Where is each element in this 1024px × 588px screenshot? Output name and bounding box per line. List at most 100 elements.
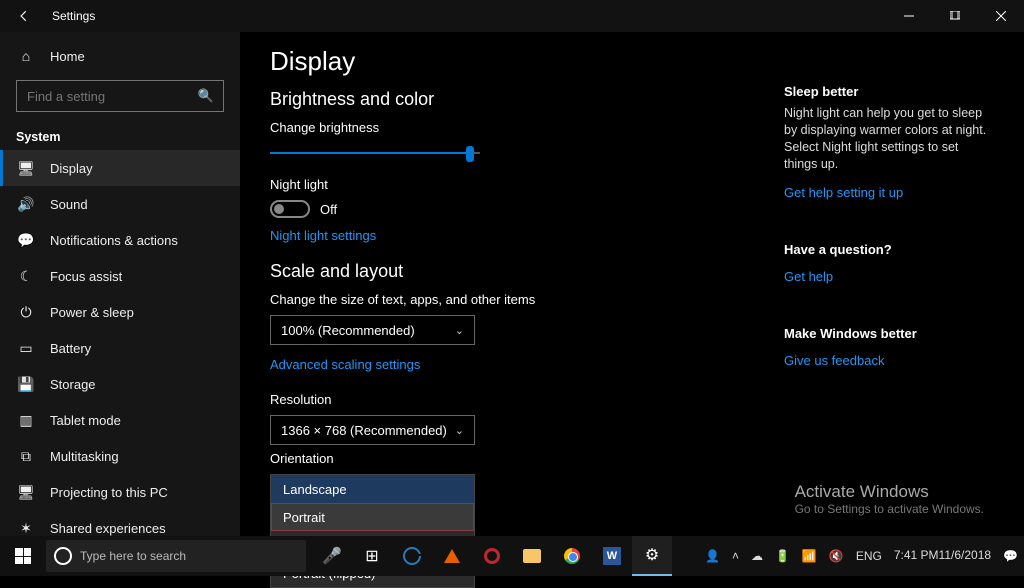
close-button[interactable]: [978, 0, 1024, 32]
task-view-button[interactable]: ⊞: [352, 536, 392, 576]
sidebar-item-sound[interactable]: 🔊 Sound: [0, 186, 240, 222]
content: Display Brightness and color Change brig…: [270, 46, 784, 536]
advanced-scaling-link[interactable]: Advanced scaling settings: [270, 357, 420, 372]
aside-feedback-link[interactable]: Give us feedback: [784, 353, 884, 368]
aside-feedback-title: Make Windows better: [784, 326, 994, 341]
page-title: Display: [270, 46, 784, 77]
sidebar-item-storage[interactable]: 💾 Storage: [0, 366, 240, 402]
tray-onedrive[interactable]: ☁: [745, 536, 769, 576]
shared-icon: ✶: [16, 520, 36, 537]
sidebar-item-label: Storage: [50, 377, 96, 392]
sidebar-home[interactable]: ⌂ Home: [0, 38, 240, 74]
tray-battery[interactable]: 🔋: [769, 536, 796, 576]
sidebar-item-label: Focus assist: [50, 269, 122, 284]
orientation-option-landscape[interactable]: Landscape: [271, 475, 474, 503]
taskbar-search[interactable]: Type here to search: [46, 540, 306, 572]
mic-button[interactable]: 🎤: [312, 536, 352, 576]
sidebar-item-label: Multitasking: [50, 449, 119, 464]
tray-date: 11/6/2018: [939, 549, 992, 562]
back-button[interactable]: [12, 4, 36, 28]
storage-icon: 💾: [16, 376, 36, 393]
tray-language[interactable]: ENG: [850, 536, 888, 576]
sidebar-item-power[interactable]: ⏻ Power & sleep: [0, 294, 240, 330]
tray-overflow[interactable]: ˄: [726, 536, 745, 576]
cortana-icon: [54, 547, 72, 565]
titlebar: Settings: [0, 0, 1024, 32]
vlc-icon: [444, 549, 460, 563]
section-brightness: Brightness and color: [270, 89, 784, 110]
notifications-icon: 💬: [16, 232, 36, 249]
nightlight-label: Night light: [270, 177, 784, 192]
tablet-icon: ▥: [16, 412, 36, 429]
sidebar-item-label: Sound: [50, 197, 88, 212]
scale-value: 100% (Recommended): [281, 323, 415, 338]
folder-icon: [523, 549, 541, 563]
tray-people[interactable]: 👤: [699, 536, 726, 576]
sidebar-item-label: Battery: [50, 341, 91, 356]
taskbar-app-explorer[interactable]: [512, 536, 552, 576]
sound-icon: 🔊: [16, 196, 36, 213]
aside: Sleep better Night light can help you ge…: [784, 46, 994, 536]
aside-question-title: Have a question?: [784, 242, 994, 257]
slider-thumb[interactable]: [466, 146, 474, 162]
home-icon: ⌂: [16, 48, 36, 64]
tray-notifications[interactable]: 💬: [997, 536, 1024, 576]
scale-combobox[interactable]: 100% (Recommended) ⌄: [270, 315, 475, 345]
tray-clock[interactable]: 7:41 PM 11/6/2018: [888, 536, 997, 576]
chevron-down-icon: ⌄: [455, 324, 464, 337]
sidebar-item-display[interactable]: 🖥Display: [0, 150, 240, 186]
taskbar-app-word[interactable]: W: [592, 536, 632, 576]
orientation-option-portrait[interactable]: Portrait: [271, 503, 474, 531]
section-scale: Scale and layout: [270, 261, 784, 282]
edge-icon: [403, 547, 421, 565]
opera-icon: [484, 548, 500, 564]
brightness-slider[interactable]: [270, 143, 480, 163]
aside-sleep-title: Sleep better: [784, 84, 994, 99]
sidebar-item-battery[interactable]: ▭Battery: [0, 330, 240, 366]
sidebar-item-multitasking[interactable]: ⧉ Multitasking: [0, 438, 240, 474]
nightlight-settings-link[interactable]: Night light settings: [270, 228, 376, 243]
taskbar: Type here to search 🎤 ⊞ W ⚙ 👤 ˄ ☁ 🔋 📶 🔇 …: [0, 536, 1024, 576]
tray-volume[interactable]: 🔇: [823, 536, 850, 576]
brightness-label: Change brightness: [270, 120, 784, 135]
display-icon: 🖥: [16, 160, 36, 177]
taskbar-app-opera[interactable]: [472, 536, 512, 576]
tray-wifi[interactable]: 📶: [796, 536, 823, 576]
search-icon: 🔍: [198, 88, 214, 104]
power-icon: ⏻: [16, 304, 36, 321]
aside-sleep-link[interactable]: Get help setting it up: [784, 185, 903, 200]
maximize-button[interactable]: [932, 0, 978, 32]
start-button[interactable]: [0, 536, 46, 576]
minimize-button[interactable]: [886, 0, 932, 32]
projecting-icon: 🖥: [16, 484, 36, 501]
aside-sleep-text: Night light can help you get to sleep by…: [784, 105, 994, 173]
sidebar: ⌂ Home 🔍 System 🖥Display 🔊Sound 💬Notific…: [0, 32, 240, 536]
sidebar-item-focus-assist[interactable]: ☾ Focus assist: [0, 258, 240, 294]
sidebar-item-label: Notifications & actions: [50, 233, 178, 248]
sidebar-item-label: Shared experiences: [50, 521, 166, 536]
taskbar-app-settings[interactable]: ⚙: [632, 536, 672, 576]
resolution-value: 1366 × 768 (Recommended): [281, 423, 447, 438]
taskbar-search-placeholder: Type here to search: [80, 549, 186, 563]
sidebar-item-projecting[interactable]: 🖥 Projecting to this PC: [0, 474, 240, 510]
nightlight-toggle[interactable]: [270, 200, 310, 218]
sidebar-item-label: Tablet mode: [50, 413, 121, 428]
resolution-combobox[interactable]: 1366 × 768 (Recommended) ⌄: [270, 415, 475, 445]
taskbar-app-chrome[interactable]: [552, 536, 592, 576]
taskbar-app-edge[interactable]: [392, 536, 432, 576]
sidebar-item-label: Projecting to this PC: [50, 485, 168, 500]
multitasking-icon: ⧉: [16, 448, 36, 465]
search-input[interactable]: [16, 80, 224, 112]
taskbar-app-vlc[interactable]: [432, 536, 472, 576]
orientation-label: Orientation: [270, 451, 784, 466]
windows-icon: [15, 548, 31, 564]
sidebar-item-tablet[interactable]: ▥ Tablet mode: [0, 402, 240, 438]
sidebar-item-label: Power & sleep: [50, 305, 134, 320]
scale-label: Change the size of text, apps, and other…: [270, 292, 784, 307]
sidebar-item-notifications[interactable]: 💬 Notifications & actions: [0, 222, 240, 258]
tray-time: 7:41 PM: [894, 549, 939, 562]
word-icon: W: [603, 547, 621, 565]
window-title: Settings: [52, 9, 95, 23]
aside-help-link[interactable]: Get help: [784, 269, 833, 284]
focus-assist-icon: ☾: [16, 268, 36, 285]
